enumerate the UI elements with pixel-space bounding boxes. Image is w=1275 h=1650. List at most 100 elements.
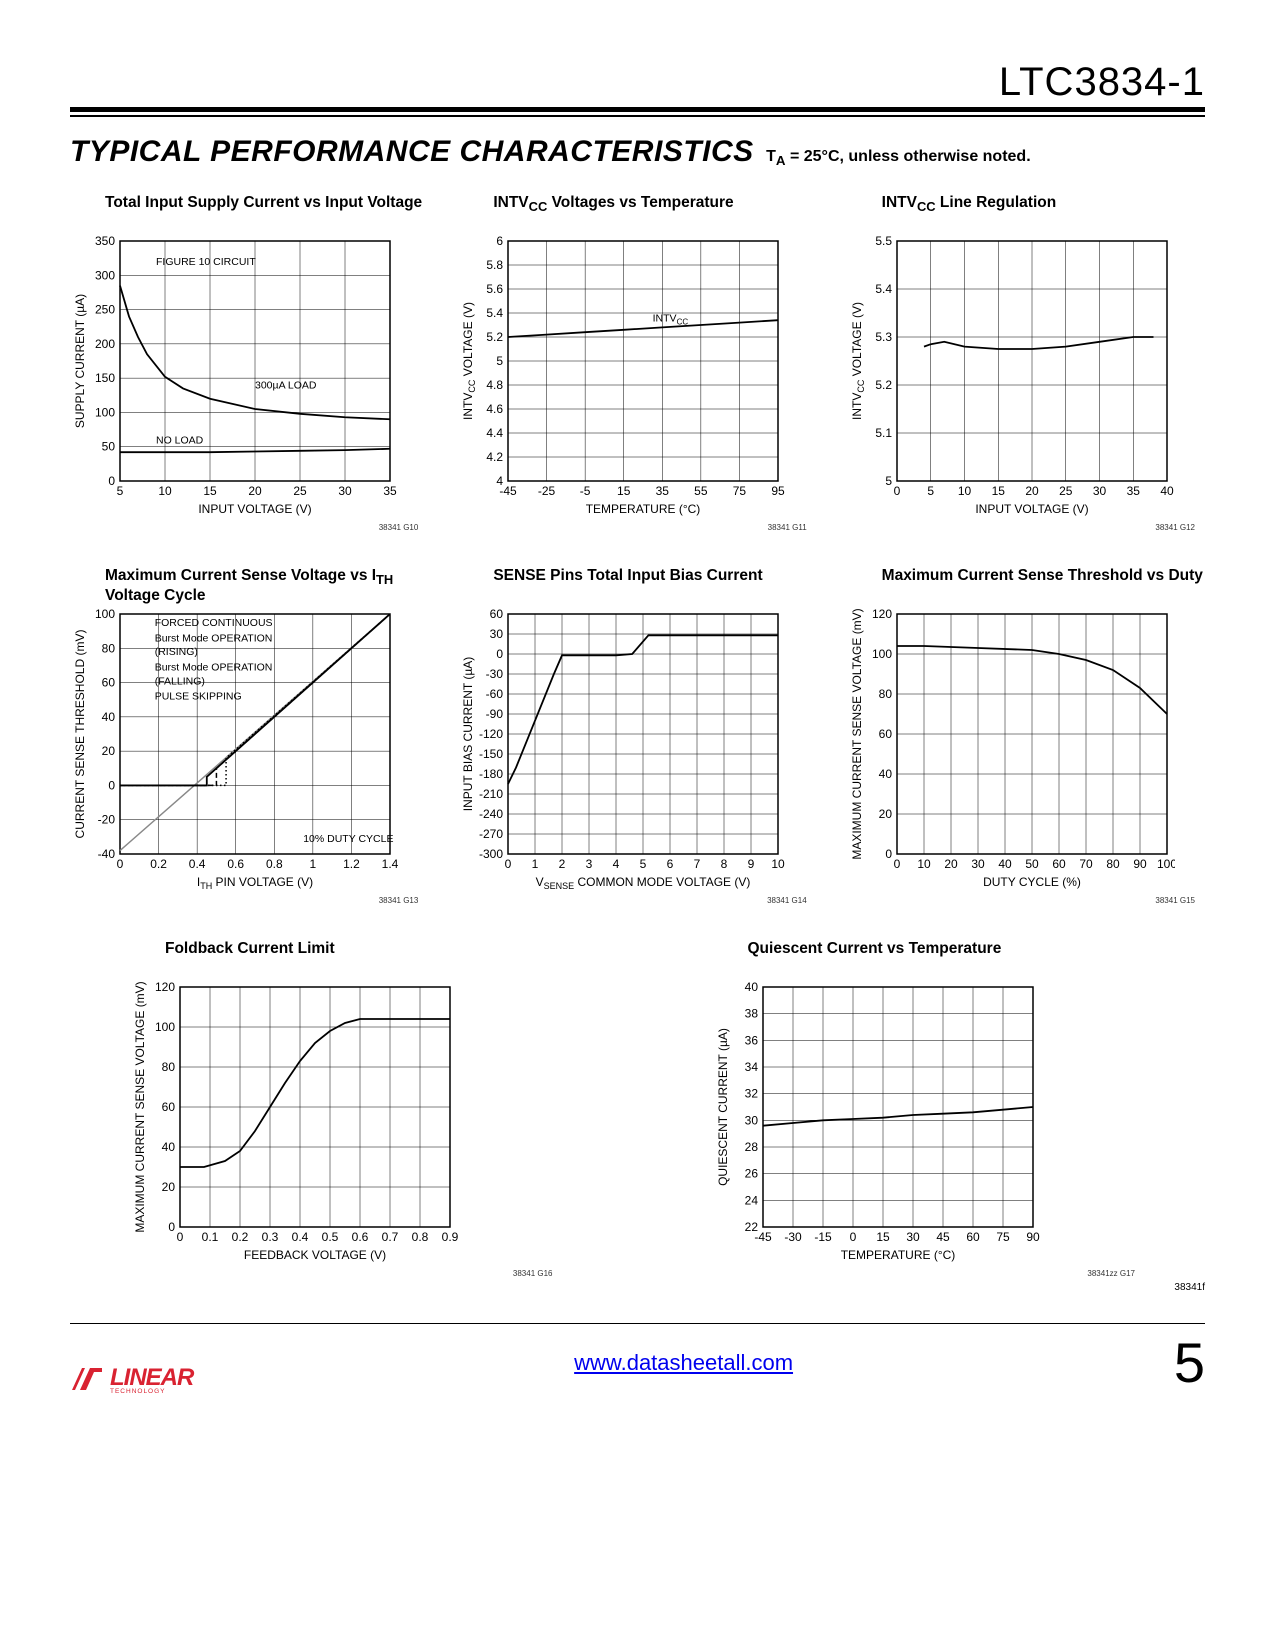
chart-figure-id: 38341 G11	[458, 523, 816, 532]
chart-title: Maximum Current Sense Threshold vs Duty	[847, 567, 1205, 605]
svg-text:4: 4	[613, 857, 620, 871]
svg-text:INTVCC: INTVCC	[653, 312, 689, 326]
svg-text:0.8: 0.8	[412, 1230, 429, 1244]
svg-text:6: 6	[497, 236, 504, 248]
svg-text:40: 40	[744, 982, 758, 994]
svg-text:80: 80	[1106, 857, 1120, 871]
svg-text:40: 40	[162, 1140, 176, 1154]
svg-text:-40: -40	[98, 847, 116, 861]
svg-text:5.8: 5.8	[487, 258, 504, 272]
svg-text:95: 95	[772, 484, 786, 498]
svg-text:30: 30	[971, 857, 985, 871]
svg-text:100: 100	[95, 609, 115, 621]
svg-text:0: 0	[177, 1230, 184, 1244]
svg-text:-25: -25	[538, 484, 556, 498]
svg-text:60: 60	[162, 1100, 176, 1114]
svg-text:35: 35	[383, 484, 397, 498]
svg-text:10% DUTY CYCLE: 10% DUTY CYCLE	[303, 833, 393, 845]
svg-text:-150: -150	[479, 747, 503, 761]
chart-figure-id: 38341zz G17	[713, 1269, 1146, 1278]
svg-text:100: 100	[155, 1020, 175, 1034]
chart-figure-id: 38341 G10	[70, 523, 428, 532]
svg-text:75: 75	[733, 484, 747, 498]
svg-text:200: 200	[95, 337, 115, 351]
chart-g12: INTVCC Line Regulation 05101520253035405…	[847, 194, 1205, 532]
svg-text:15: 15	[203, 484, 217, 498]
svg-text:5.2: 5.2	[487, 330, 504, 344]
svg-text:30: 30	[1092, 484, 1106, 498]
chart-figure-id: 38341 G15	[847, 896, 1205, 905]
svg-text:300: 300	[95, 268, 115, 282]
svg-text:0: 0	[505, 857, 512, 871]
chart-title: INTVCC Line Regulation	[847, 194, 1205, 232]
svg-text:5.3: 5.3	[875, 330, 892, 344]
svg-text:120: 120	[155, 982, 175, 994]
svg-text:0: 0	[497, 647, 504, 661]
svg-text:1: 1	[532, 857, 539, 871]
svg-text:75: 75	[996, 1230, 1010, 1244]
svg-text:90: 90	[1026, 1230, 1040, 1244]
svg-text:30: 30	[744, 1113, 758, 1127]
svg-text:60: 60	[1052, 857, 1066, 871]
svg-text:350: 350	[95, 236, 115, 248]
svg-text:-20: -20	[98, 813, 116, 827]
svg-text:30: 30	[338, 484, 352, 498]
svg-text:45: 45	[936, 1230, 950, 1244]
svg-text:MAXIMUM CURRENT SENSE VOLTAGE: MAXIMUM CURRENT SENSE VOLTAGE (mV)	[850, 609, 864, 860]
svg-text:0: 0	[885, 847, 892, 861]
svg-text:-15: -15	[814, 1230, 832, 1244]
svg-text:4.4: 4.4	[487, 426, 504, 440]
svg-text:0: 0	[168, 1220, 175, 1234]
chart-title: Maximum Current Sense Voltage vs ITH Vol…	[70, 567, 428, 605]
svg-text:(FALLING): (FALLING)	[155, 675, 205, 687]
svg-text:15: 15	[617, 484, 631, 498]
svg-text:0.7: 0.7	[382, 1230, 399, 1244]
chart-figure-id: 38341 G13	[70, 896, 428, 905]
svg-text:INPUT VOLTAGE (V): INPUT VOLTAGE (V)	[975, 502, 1088, 516]
svg-text:-5: -5	[580, 484, 591, 498]
svg-text:-30: -30	[486, 667, 504, 681]
svg-text:100: 100	[95, 405, 115, 419]
svg-text:INPUT VOLTAGE (V): INPUT VOLTAGE (V)	[198, 502, 311, 516]
section-conditions: TA = 25°C, unless otherwise noted.	[766, 148, 1031, 165]
chart-g11: INTVCC Voltages vs Temperature INTVCC-45…	[458, 194, 816, 532]
chart-g14: SENSE Pins Total Input Bias Current 0123…	[458, 567, 816, 905]
svg-text:80: 80	[102, 641, 116, 655]
rule-thin	[70, 115, 1205, 117]
svg-text:22: 22	[744, 1220, 758, 1234]
svg-text:-90: -90	[486, 707, 504, 721]
charts-grid-bottom: Foldback Current Limit 00.10.20.30.40.50…	[70, 940, 1205, 1278]
svg-text:70: 70	[1079, 857, 1093, 871]
chart-title: Quiescent Current vs Temperature	[713, 940, 1146, 978]
svg-text:8: 8	[721, 857, 728, 871]
footer-url[interactable]: www.datasheetall.com	[574, 1350, 793, 1376]
svg-text:150: 150	[95, 371, 115, 385]
svg-text:INTVCC VOLTAGE (V): INTVCC VOLTAGE (V)	[850, 302, 866, 420]
svg-text:5: 5	[640, 857, 647, 871]
svg-text:20: 20	[248, 484, 262, 498]
svg-text:100: 100	[872, 647, 892, 661]
svg-text:40: 40	[102, 710, 116, 724]
svg-text:10: 10	[772, 857, 786, 871]
svg-text:PULSE SKIPPING: PULSE SKIPPING	[155, 691, 242, 703]
chart-g10: Total Input Supply Current vs Input Volt…	[70, 194, 428, 532]
svg-text:FIGURE 10 CIRCUIT: FIGURE 10 CIRCUIT	[156, 256, 256, 268]
svg-text:24: 24	[744, 1193, 758, 1207]
svg-text:0.9: 0.9	[442, 1230, 458, 1244]
svg-text:32: 32	[744, 1087, 758, 1101]
svg-text:20: 20	[1025, 484, 1039, 498]
svg-text:0.4: 0.4	[292, 1230, 309, 1244]
svg-text:SUPPLY CURRENT (µA): SUPPLY CURRENT (µA)	[73, 294, 87, 428]
svg-text:1.4: 1.4	[382, 857, 398, 871]
svg-text:60: 60	[966, 1230, 980, 1244]
svg-text:25: 25	[293, 484, 307, 498]
svg-text:INTVCC VOLTAGE (V): INTVCC VOLTAGE (V)	[461, 302, 477, 420]
svg-text:10: 10	[917, 857, 931, 871]
svg-text:2: 2	[559, 857, 566, 871]
svg-text:90: 90	[1133, 857, 1147, 871]
chart-figure-id: 38341 G16	[130, 1269, 563, 1278]
svg-text:(RISING): (RISING)	[155, 646, 198, 658]
chart-g16: Foldback Current Limit 00.10.20.30.40.50…	[130, 940, 563, 1278]
logo-icon	[70, 1365, 104, 1395]
section-title: TYPICAL PERFORMANCE CHARACTERISTICS	[70, 135, 754, 168]
